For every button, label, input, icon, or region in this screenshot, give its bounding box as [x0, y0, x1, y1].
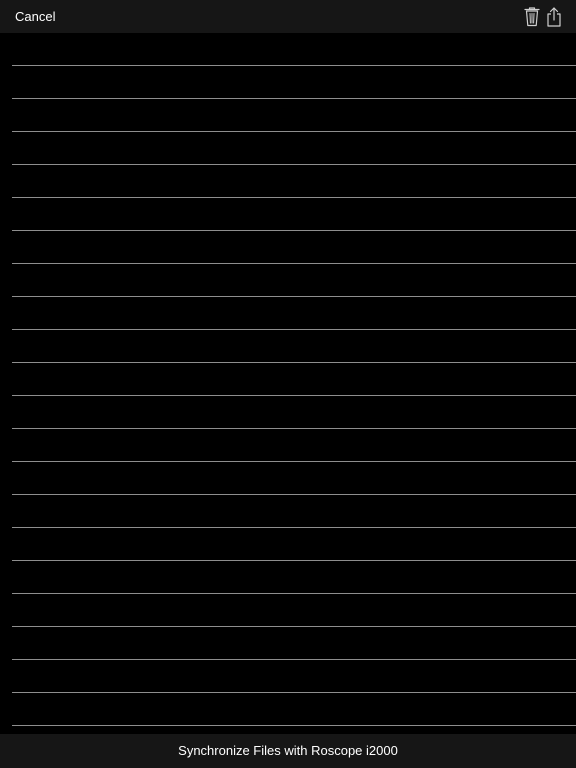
- list-row[interactable]: [12, 594, 576, 627]
- list-row[interactable]: [12, 231, 576, 264]
- list-row[interactable]: [12, 264, 576, 297]
- list-row[interactable]: [12, 165, 576, 198]
- list-row[interactable]: [12, 495, 576, 528]
- list-row[interactable]: [12, 297, 576, 330]
- list-row[interactable]: [12, 33, 576, 66]
- screen: Cancel Synchronize Files with Roscope i2…: [0, 0, 576, 768]
- share-icon: [547, 7, 561, 27]
- list-row[interactable]: [12, 330, 576, 363]
- file-list[interactable]: [0, 33, 576, 734]
- list-row[interactable]: [12, 528, 576, 561]
- list-row[interactable]: [12, 660, 576, 693]
- list-row[interactable]: [12, 363, 576, 396]
- sync-files-button[interactable]: Synchronize Files with Roscope i2000: [0, 734, 576, 768]
- top-bar: Cancel: [0, 0, 576, 33]
- list-row[interactable]: [12, 693, 576, 726]
- bottom-bar: Synchronize Files with Roscope i2000: [0, 734, 576, 768]
- list-row[interactable]: [12, 132, 576, 165]
- list-row[interactable]: [12, 627, 576, 660]
- list-row[interactable]: [12, 429, 576, 462]
- list-row[interactable]: [12, 99, 576, 132]
- share-button[interactable]: [543, 5, 565, 29]
- cancel-button[interactable]: Cancel: [15, 8, 55, 26]
- list-row[interactable]: [12, 462, 576, 495]
- list-row[interactable]: [12, 561, 576, 594]
- list-row[interactable]: [12, 396, 576, 429]
- trash-icon: [524, 7, 540, 27]
- list-row[interactable]: [12, 66, 576, 99]
- trash-button[interactable]: [521, 5, 543, 29]
- list-row[interactable]: [12, 198, 576, 231]
